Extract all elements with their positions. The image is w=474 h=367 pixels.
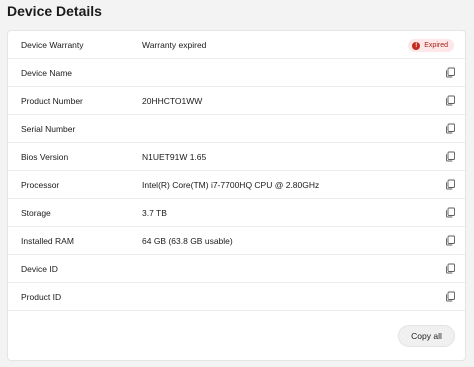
- copy-icon[interactable]: [445, 207, 456, 218]
- row-product-number: Product Number 20HHCTO1WW: [8, 87, 465, 115]
- row-label: Bios Version: [21, 152, 69, 162]
- section-title: Device Details: [7, 3, 102, 19]
- row-label: Device Name: [21, 68, 73, 78]
- copy-icon[interactable]: [445, 151, 456, 162]
- row-value: 3.7 TB: [142, 208, 167, 218]
- row-label: Storage: [21, 208, 51, 218]
- row-processor: Processor Intel(R) Core(TM) i7-7700HQ CP…: [8, 171, 465, 199]
- row-installed-ram: Installed RAM 64 GB (63.8 GB usable): [8, 227, 465, 255]
- copy-icon[interactable]: [445, 235, 456, 246]
- row-serial-number: Serial Number: [8, 115, 465, 143]
- device-details-card: Device Warranty Warranty expired ! Expir…: [7, 30, 466, 361]
- row-value: Warranty expired: [142, 40, 207, 50]
- row-value: 64 GB (63.8 GB usable): [142, 236, 233, 246]
- row-label: Serial Number: [21, 124, 76, 134]
- copy-icon[interactable]: [445, 263, 456, 274]
- row-device-name: Device Name: [8, 59, 465, 87]
- row-product-id: Product ID: [8, 283, 465, 311]
- row-bios-version: Bios Version N1UET91W 1.65: [8, 143, 465, 171]
- row-value: N1UET91W 1.65: [142, 152, 207, 162]
- row-label: Product ID: [21, 292, 62, 302]
- device-details-page: Device Details Device Warranty Warranty …: [0, 0, 474, 367]
- row-value: 20HHCTO1WW: [142, 96, 203, 106]
- row-device-warranty: Device Warranty Warranty expired ! Expir…: [8, 31, 465, 59]
- row-value: Intel(R) Core(TM) i7-7700HQ CPU @ 2.80GH…: [142, 180, 320, 190]
- status-badge-label: Expired: [424, 42, 448, 49]
- status-badge: ! Expired: [408, 39, 454, 52]
- row-label: Product Number: [21, 96, 83, 106]
- copy-icon[interactable]: [445, 67, 456, 78]
- copy-all-button[interactable]: Copy all: [398, 325, 455, 347]
- copy-icon[interactable]: [445, 291, 456, 302]
- copy-icon[interactable]: [445, 123, 456, 134]
- row-storage: Storage 3.7 TB: [8, 199, 465, 227]
- row-label: Processor: [21, 180, 60, 190]
- copy-icon[interactable]: [445, 95, 456, 106]
- row-label: Device ID: [21, 264, 58, 274]
- row-label: Device Warranty: [21, 40, 84, 50]
- error-circle-icon: !: [412, 41, 421, 50]
- copy-icon[interactable]: [445, 179, 456, 190]
- row-label: Installed RAM: [21, 236, 74, 246]
- row-device-id: Device ID: [8, 255, 465, 283]
